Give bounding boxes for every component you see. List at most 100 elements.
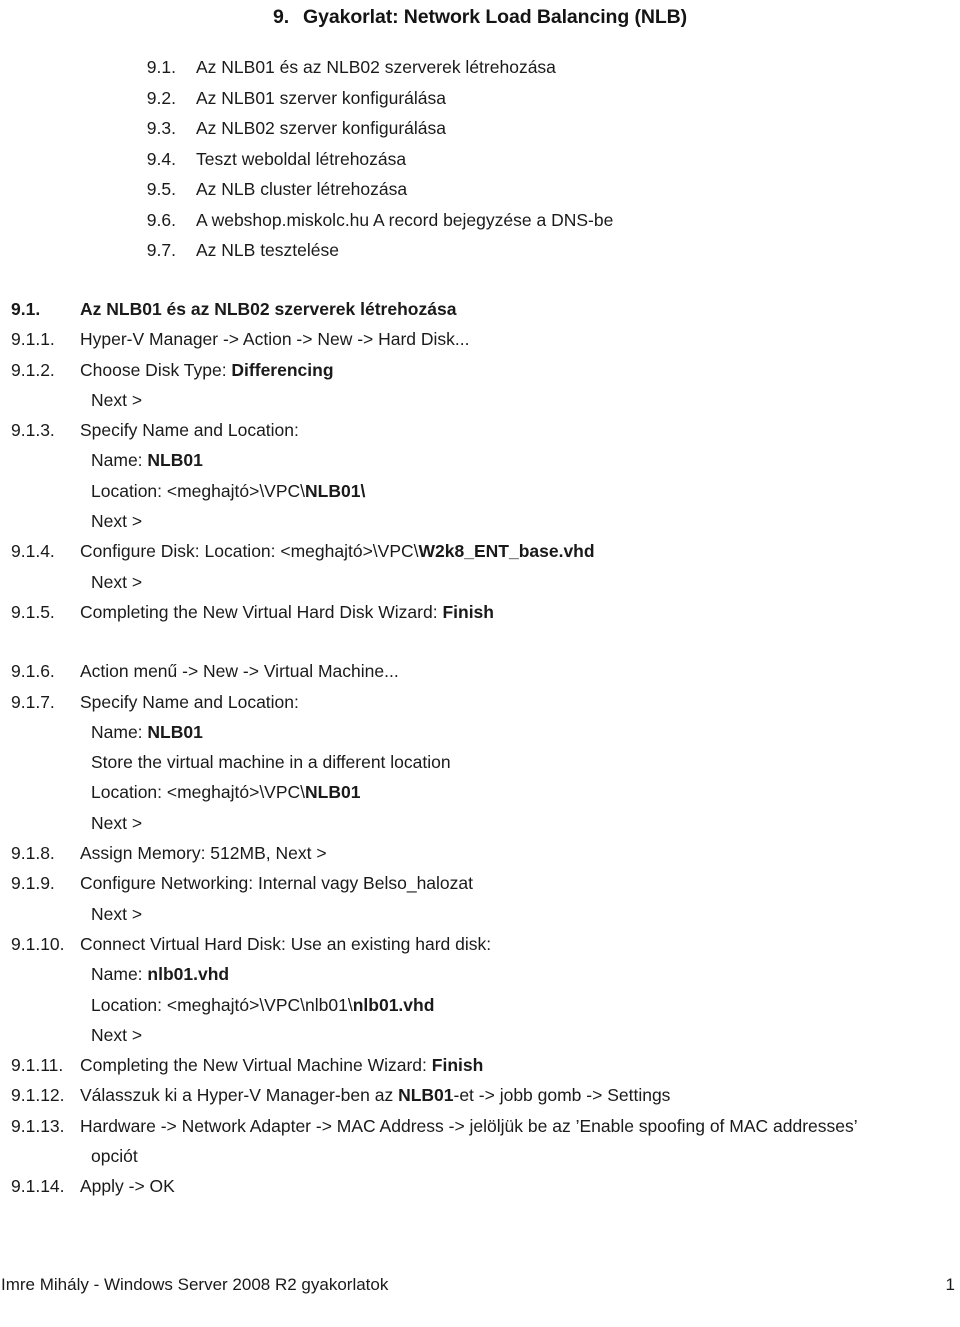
step-number: 9.1.5.: [11, 601, 55, 622]
document-page: 9. Gyakorlat: Network Load Balancing (NLB…: [0, 0, 960, 1327]
step-text: Configure Networking: Internal vagy Bels…: [80, 873, 473, 894]
step-number: 9.1.13.: [11, 1115, 65, 1136]
toc-entry-number: 9.5.: [146, 179, 176, 199]
toc-entry-number: 9.1.: [146, 57, 176, 77]
step-name-value: NLB01: [147, 721, 203, 742]
step-text: Action menű -> New -> Virtual Machine...: [80, 661, 399, 682]
step-location-value: NLB01: [305, 782, 361, 803]
step-location-label: Location: <meghajtó>\VPC\: [91, 782, 306, 803]
step-text: Hardware -> Network Adapter -> MAC Addre…: [80, 1115, 858, 1136]
step-location-value: nlb01.vhd: [352, 994, 435, 1015]
step-number: 9.1.7.: [11, 691, 55, 712]
step-text: Válasszuk ki a Hyper-V Manager-ben az NL…: [80, 1080, 960, 1110]
step-number: 9.1.2.: [11, 359, 55, 380]
next-button-hint: Next >: [91, 812, 143, 833]
step-text: Completing the New Virtual Machine Wizar…: [80, 1050, 960, 1080]
step-9-1-9: 9.1.9. Configure Networking: Internal va…: [0, 868, 960, 898]
toc-entry-number: 9.3.: [146, 118, 176, 138]
footer-page-number: 1: [945, 1275, 955, 1294]
step-9-1-1: 9.1.1. Hyper-V Manager -> Action -> New …: [0, 324, 960, 354]
toc-entry[interactable]: 9.7. Az NLB tesztelése: [0, 235, 960, 266]
next-button-hint: Next >: [91, 511, 143, 532]
step-text-emphasis: Finish: [431, 1055, 484, 1076]
toc-entry[interactable]: 9.1. Az NLB01 és az NLB02 szerverek létr…: [0, 52, 960, 83]
next-button-hint: Next >: [91, 389, 143, 410]
step-text: Assign Memory: 512MB, Next >: [80, 843, 327, 864]
toc-entry-number: 9.7.: [146, 240, 176, 260]
step-text: Specify Name and Location:: [80, 691, 299, 712]
table-of-contents: 9.1. Az NLB01 és az NLB02 szerverek létr…: [0, 52, 960, 266]
step-9-1-5: 9.1.5. Completing the New Virtual Hard D…: [0, 597, 960, 627]
step-location-field: Location: <meghajtó>\VPC\NLB01: [91, 777, 960, 807]
step-text-continuation: opciót: [91, 1146, 138, 1167]
step-9-1-8: 9.1.8. Assign Memory: 512MB, Next >: [0, 838, 960, 868]
step-9-1-4: 9.1.4. Configure Disk: Location: <meghaj…: [0, 536, 960, 566]
page-footer: Imre Mihály - Windows Server 2008 R2 gya…: [0, 1275, 960, 1299]
step-text-emphasis: Finish: [442, 601, 494, 622]
toc-entry-label: Az NLB01 szerver konfigurálása: [196, 87, 446, 108]
toc-entry-label: Az NLB tesztelése: [196, 240, 339, 260]
step-9-1-12: 9.1.12. Válasszuk ki a Hyper-V Manager-b…: [0, 1080, 960, 1110]
toc-entry-number: 9.6.: [146, 209, 176, 230]
step-location-value: NLB01\: [305, 480, 366, 501]
step-number: 9.1.11.: [11, 1055, 64, 1076]
step-text: Hyper-V Manager -> Action -> New -> Hard…: [80, 329, 470, 350]
toc-entry[interactable]: 9.5. Az NLB cluster létrehozása: [0, 174, 960, 205]
toc-entry-label: Az NLB cluster létrehozása: [196, 179, 408, 199]
step-text-lead: Completing the New Virtual Machine Wizar…: [80, 1055, 432, 1076]
step-text-lead: Choose Disk Type:: [80, 359, 232, 380]
step-text-emphasis: W2k8_ENT_base.vhd: [418, 541, 595, 562]
step-location-field: Location: <meghajtó>\VPC\nlb01\nlb01.vhd: [91, 990, 960, 1020]
toc-entry[interactable]: 9.3. Az NLB02 szerver konfigurálása: [0, 113, 960, 144]
step-text: Choose Disk Type: Differencing: [80, 355, 960, 385]
section-heading-number: 9.1.: [11, 299, 41, 319]
page-title: 9. Gyakorlat: Network Load Balancing (NLB…: [0, 6, 960, 29]
step-number: 9.1.6.: [11, 661, 55, 682]
toc-entry-label: Az NLB01 és az NLB02 szerverek létrehozá…: [196, 57, 556, 77]
step-text: Completing the New Virtual Hard Disk Wiz…: [80, 597, 960, 627]
toc-entry[interactable]: 9.6. A webshop.miskolc.hu A record bejeg…: [0, 205, 960, 236]
step-text-lead: Válasszuk ki a Hyper-V Manager-ben az: [80, 1085, 399, 1106]
step-text-emphasis: NLB01: [398, 1085, 454, 1106]
toc-entry-label: Az NLB02 szerver konfigurálása: [196, 118, 446, 138]
step-text: Apply -> OK: [80, 1176, 175, 1197]
step-9-1-13: 9.1.13. Hardware -> Network Adapter -> M…: [0, 1111, 960, 1141]
page-title-text: Gyakorlat: Network Load Balancing (NLB): [303, 6, 688, 28]
footer-author-title: Imre Mihály - Windows Server 2008 R2 gya…: [1, 1275, 389, 1294]
step-9-1-2: 9.1.2. Choose Disk Type: Differencing: [0, 355, 960, 385]
step-location-label: Location: <meghajtó>\VPC\: [91, 480, 306, 501]
step-text-emphasis: Differencing: [231, 359, 334, 380]
toc-entry[interactable]: 9.2. Az NLB01 szerver konfigurálása: [0, 83, 960, 114]
step-text-lead: Completing the New Virtual Hard Disk Wiz…: [80, 601, 443, 622]
step-text: Configure Disk: Location: <meghajtó>\VPC…: [80, 536, 960, 566]
step-name-field: Name: NLB01: [91, 717, 960, 747]
page-title-number: 9.: [272, 6, 290, 28]
step-number: 9.1.4.: [11, 541, 55, 562]
step-number: 9.1.10.: [11, 933, 65, 954]
step-location-field: Location: <meghajtó>\VPC\NLB01\: [91, 476, 960, 506]
step-9-1-10: 9.1.10. Connect Virtual Hard Disk: Use a…: [0, 929, 960, 959]
toc-entry-label: A webshop.miskolc.hu A record bejegyzése…: [196, 209, 614, 230]
step-text-lead: Configure Disk: Location: <meghajtó>\VPC…: [80, 541, 419, 562]
step-text-tail: -et -> jobb gomb -> Settings: [453, 1085, 671, 1106]
step-name-field: Name: nlb01.vhd: [91, 959, 960, 989]
step-name-value: NLB01: [147, 450, 203, 471]
step-number: 9.1.8.: [11, 843, 55, 864]
section-heading-label: Az NLB01 és az NLB02 szerverek létrehozá…: [80, 299, 457, 319]
step-number: 9.1.3.: [11, 420, 55, 441]
step-number: 9.1.1.: [11, 329, 55, 350]
step-9-1-7: 9.1.7. Specify Name and Location:: [0, 687, 960, 717]
step-number: 9.1.9.: [11, 873, 55, 894]
step-name-field: Name: NLB01: [91, 445, 960, 475]
step-9-1-11: 9.1.11. Completing the New Virtual Machi…: [0, 1050, 960, 1080]
step-9-1-3: 9.1.3. Specify Name and Location:: [0, 415, 960, 445]
step-text: Connect Virtual Hard Disk: Use an existi…: [80, 933, 492, 954]
next-button-hint: Next >: [91, 571, 143, 592]
step-number: 9.1.12.: [11, 1085, 65, 1106]
next-button-hint: Next >: [91, 903, 143, 924]
step-name-label: Name:: [91, 721, 148, 742]
toc-entry-label: Teszt weboldal létrehozása: [196, 148, 407, 169]
toc-entry-number: 9.2.: [146, 87, 176, 108]
toc-entry[interactable]: 9.4. Teszt weboldal létrehozása: [0, 144, 960, 175]
